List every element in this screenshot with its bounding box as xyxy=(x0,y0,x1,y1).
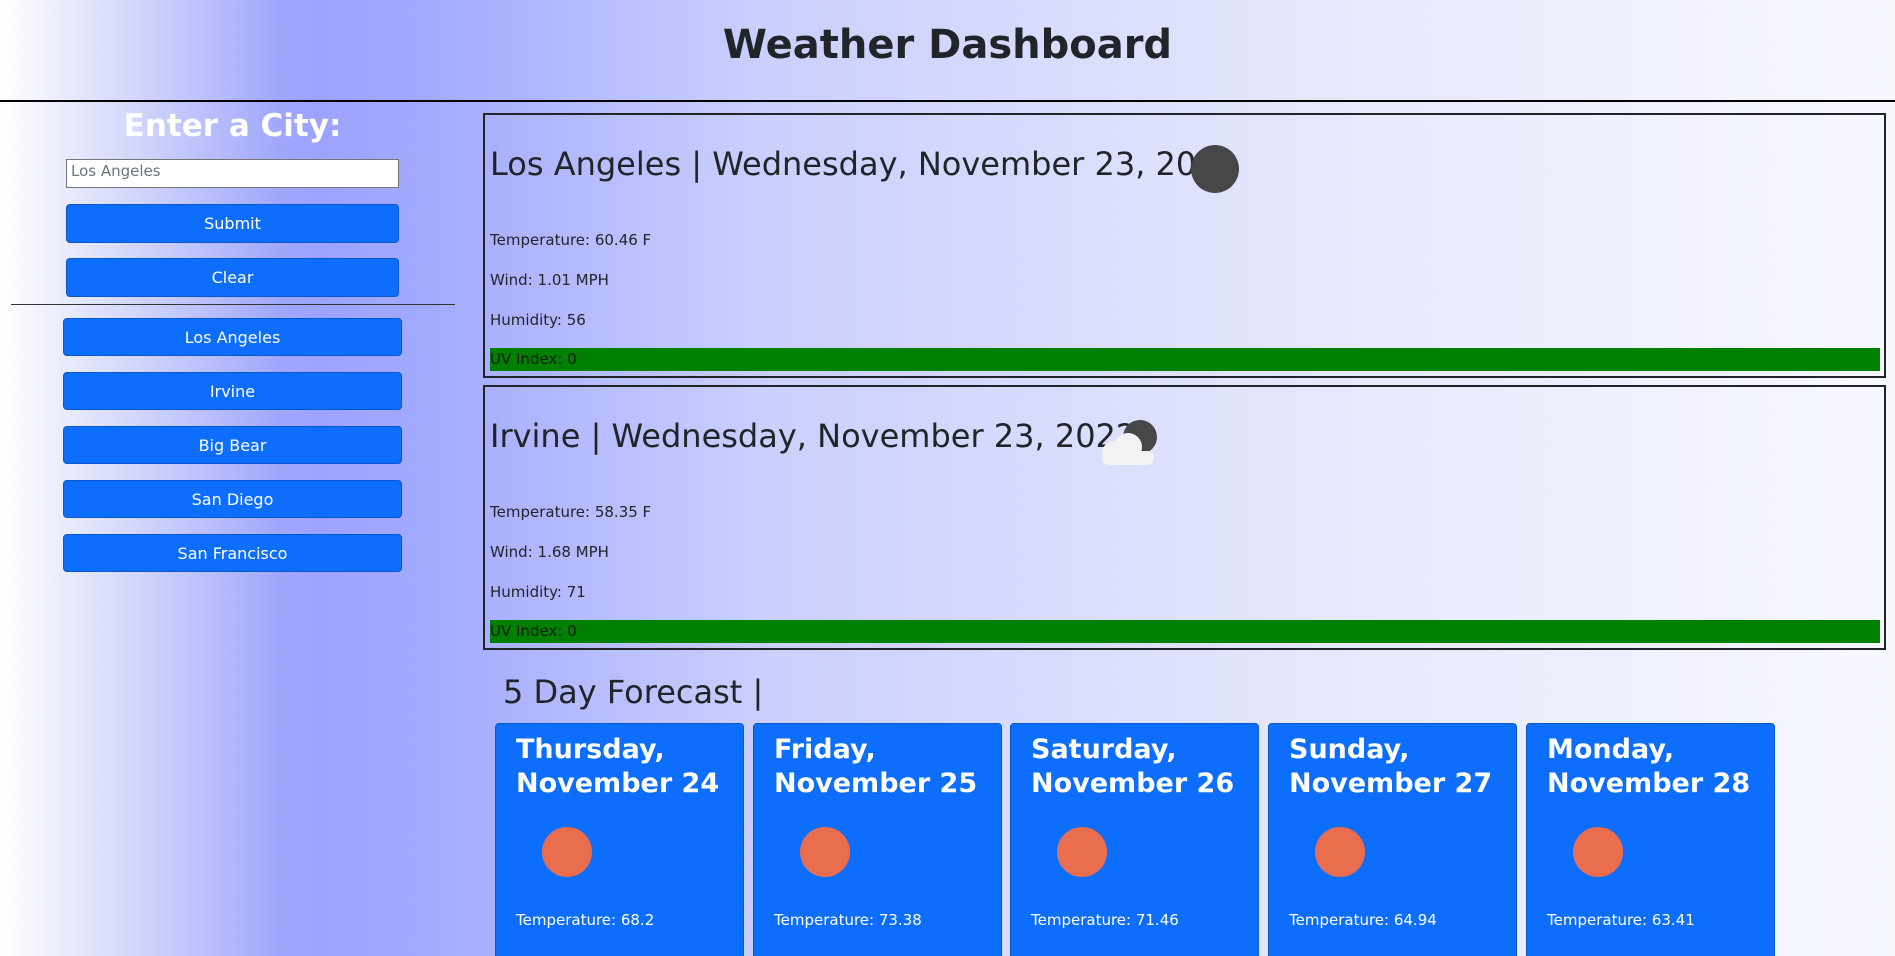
wind-text: Wind: 1.68 MPH xyxy=(490,543,609,561)
temperature-text: Temperature: 60.46 F xyxy=(490,231,652,249)
uv-index-bar: UV Index: 0 xyxy=(490,620,1880,643)
page-title: Weather Dashboard xyxy=(722,22,1173,68)
history-button-los-angeles[interactable]: Los Angeles xyxy=(63,318,402,356)
history-button-san-francisco[interactable]: San Francisco xyxy=(63,534,402,572)
forecast-date: Thursday, November 24 xyxy=(516,734,720,799)
forecast-card: Thursday, November 24 Temperature: 68.2 xyxy=(495,723,744,956)
humidity-text: Humidity: 56 xyxy=(490,311,586,329)
forecast-temperature: Temperature: 73.38 xyxy=(774,911,922,929)
forecast-card: Sunday, November 27 Temperature: 64.94 xyxy=(1268,723,1517,956)
sun-icon xyxy=(1573,827,1623,877)
history-button-big-bear[interactable]: Big Bear xyxy=(63,426,402,464)
forecast-card: Friday, November 25 Temperature: 73.38 xyxy=(753,723,1002,956)
sun-icon xyxy=(1315,827,1365,877)
current-weather-title: Los Angeles | Wednesday, November 23, 20… xyxy=(490,145,1237,183)
current-weather-title: Irvine | Wednesday, November 23, 2022 xyxy=(490,417,1137,455)
forecast-date: Friday, November 25 xyxy=(774,734,978,799)
forecast-temperature: Temperature: 63.41 xyxy=(1547,911,1695,929)
clear-button[interactable]: Clear xyxy=(66,258,399,297)
search-heading: Enter a City: xyxy=(123,108,342,144)
sun-icon xyxy=(800,827,850,877)
forecast-temperature: Temperature: 71.46 xyxy=(1031,911,1179,929)
sidebar-divider xyxy=(11,304,455,305)
forecast-title: 5 Day Forecast | xyxy=(503,673,764,711)
history-button-irvine[interactable]: Irvine xyxy=(63,372,402,410)
current-weather-card: Irvine | Wednesday, November 23, 2022 Te… xyxy=(483,385,1886,650)
forecast-card: Monday, November 28 Temperature: 63.41 xyxy=(1526,723,1775,956)
moon-icon xyxy=(1191,145,1239,193)
forecast-card: Saturday, November 26 Temperature: 71.46 xyxy=(1010,723,1259,956)
forecast-date: Saturday, November 26 xyxy=(1031,734,1235,799)
forecast-temperature: Temperature: 64.94 xyxy=(1289,911,1437,929)
sun-icon xyxy=(542,827,592,877)
forecast-temperature: Temperature: 68.2 xyxy=(516,911,655,929)
submit-button[interactable]: Submit xyxy=(66,204,399,243)
wind-text: Wind: 1.01 MPH xyxy=(490,271,609,289)
humidity-text: Humidity: 71 xyxy=(490,583,586,601)
history-button-san-diego[interactable]: San Diego xyxy=(63,480,402,518)
temperature-text: Temperature: 58.35 F xyxy=(490,503,652,521)
forecast-date: Sunday, November 27 xyxy=(1289,734,1493,799)
uv-index-bar: UV Index: 0 xyxy=(490,348,1880,371)
city-input[interactable]: Los Angeles xyxy=(66,159,399,188)
page-header: Weather Dashboard xyxy=(0,0,1895,102)
forecast-date: Monday, November 28 xyxy=(1547,734,1751,799)
cloudy-night-icon xyxy=(1102,420,1157,465)
current-weather-card: Los Angeles | Wednesday, November 23, 20… xyxy=(483,113,1886,378)
sun-icon xyxy=(1057,827,1107,877)
